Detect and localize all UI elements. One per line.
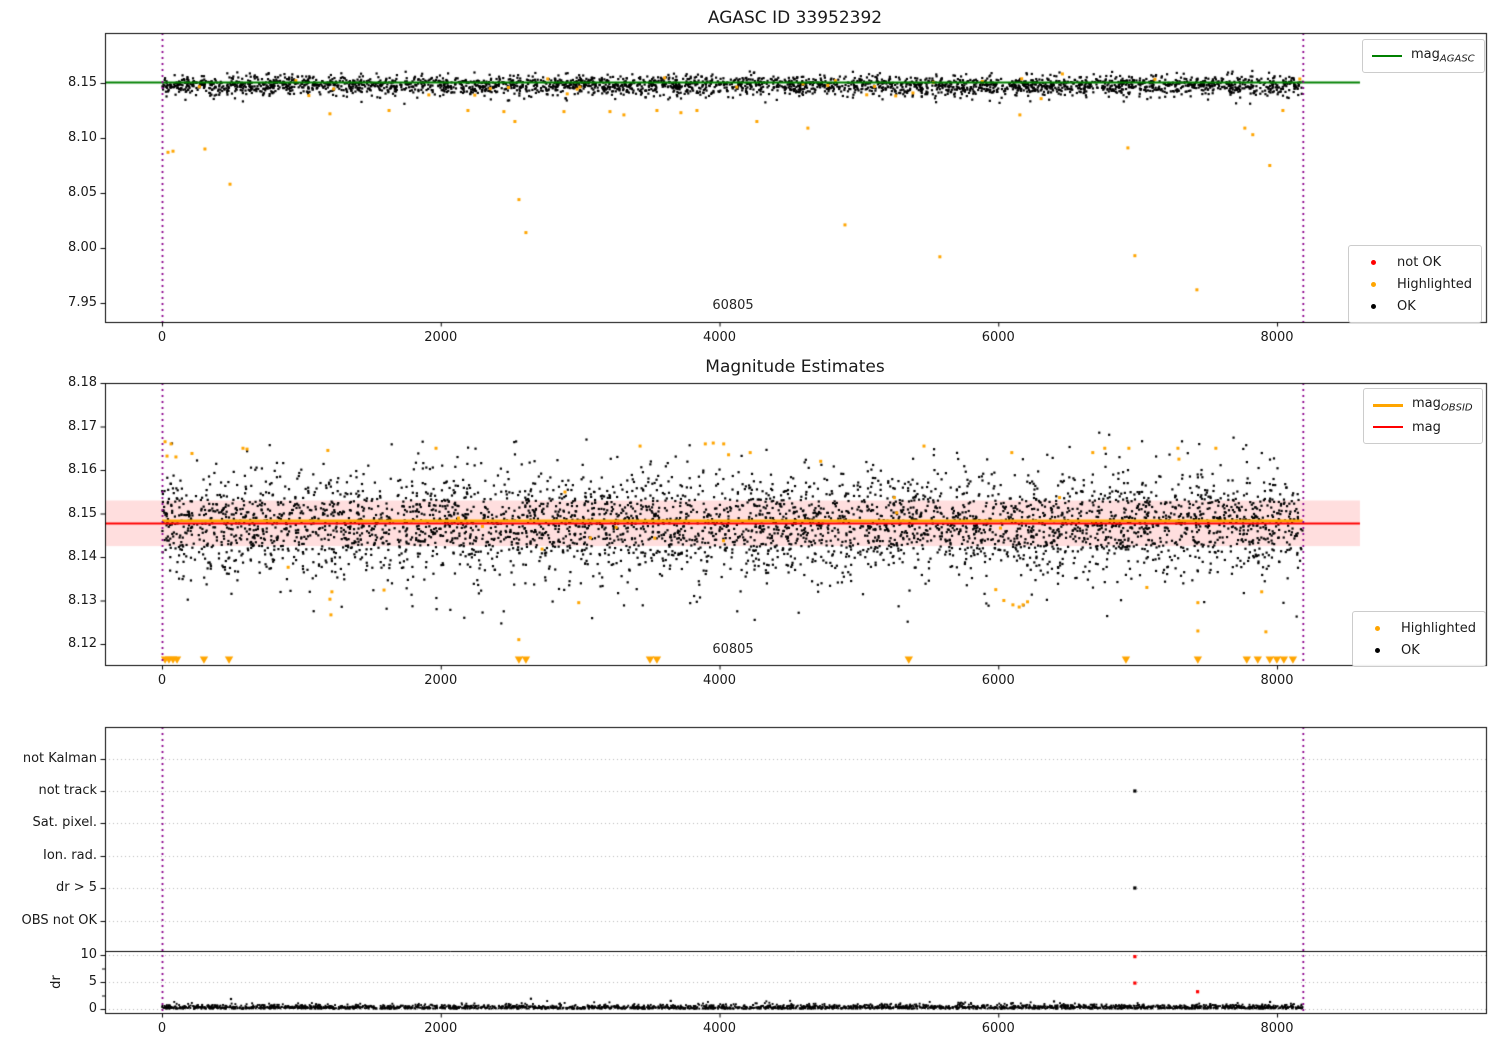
legend-line-sample xyxy=(1371,403,1405,407)
legend-label: Highlighted xyxy=(1401,620,1476,636)
legend-entry: magAGASC xyxy=(1370,45,1475,67)
legend-label: OK xyxy=(1397,298,1416,314)
y-tick-label: 8.18 xyxy=(68,375,97,390)
x-tick-label: 4000 xyxy=(702,330,737,345)
y-tick-label: 8.16 xyxy=(68,462,97,477)
flag-tick-label: not track xyxy=(38,783,97,798)
x-tick-label: 6000 xyxy=(981,330,1015,345)
y-tick-label: 8.15 xyxy=(68,75,97,90)
legend-entry: OK xyxy=(1356,295,1472,317)
obsid-annotation-top: 60805 xyxy=(712,298,754,313)
x-tick-label: 4000 xyxy=(702,1021,737,1036)
dr-tick-label: 10 xyxy=(80,947,97,962)
y-tick-label: 8.05 xyxy=(68,185,97,200)
legend-label: Highlighted xyxy=(1397,276,1472,292)
plot-title-middle: Magnitude Estimates xyxy=(705,357,885,377)
legend-label: magOBSID xyxy=(1412,396,1473,414)
flag-tick-label: Ion. rad. xyxy=(43,848,97,863)
x-tick-label: 2000 xyxy=(424,330,458,345)
legend-line-sample xyxy=(1371,426,1405,428)
legend-marker-icon xyxy=(1356,259,1390,265)
legend-marker xyxy=(1370,259,1376,265)
plot-title-top: AGASC ID 33952392 xyxy=(707,8,883,28)
flag-tick-label: Sat. pixel. xyxy=(32,815,97,830)
legend-line-sample xyxy=(1370,55,1404,57)
legend-entry: not OK xyxy=(1356,251,1472,273)
legend-top-points: not OK Highlighted OK xyxy=(1348,245,1482,323)
legend-label: mag xyxy=(1412,419,1441,435)
legend-marker-icon xyxy=(1356,303,1390,309)
x-tick-label: 4000 xyxy=(702,673,737,688)
flag-tick-label: OBS not OK xyxy=(21,913,98,928)
x-tick-label: 8000 xyxy=(1260,330,1294,345)
y-tick-label: 8.17 xyxy=(68,418,97,434)
x-tick-label: 6000 xyxy=(981,673,1015,688)
y-tick-label: 8.14 xyxy=(68,549,97,564)
obsid-annotation-middle: 60805 xyxy=(712,642,754,657)
legend-entry: magOBSID xyxy=(1371,394,1473,416)
y-tick-label: 8.13 xyxy=(68,592,97,608)
legend-marker xyxy=(1373,426,1403,428)
y-tick-label: 8.12 xyxy=(68,636,97,651)
figure: AGASC ID 33952392 Magnitude Estimates 60… xyxy=(0,0,1500,1050)
legend-label-subscript: OBSID xyxy=(1440,402,1473,414)
legend-entry: Highlighted xyxy=(1360,617,1476,639)
x-tick-label: 6000 xyxy=(981,1021,1015,1036)
x-tick-label: 2000 xyxy=(424,1021,458,1036)
y-tick-label: 8.10 xyxy=(68,130,97,145)
legend-marker-icon xyxy=(1360,625,1394,631)
legend-label-subscript: AGASC xyxy=(1439,53,1475,65)
legend-middle-points: Highlighted OK xyxy=(1352,611,1486,667)
x-tick-label: 8000 xyxy=(1260,673,1294,688)
legend-label: magAGASC xyxy=(1411,47,1475,65)
dr-tick-label: 0 xyxy=(88,1001,97,1016)
dr-axis-label: dr xyxy=(49,975,64,989)
legend-marker xyxy=(1372,55,1402,57)
y-tick-label: 7.95 xyxy=(68,295,97,310)
y-tick-label: 8.15 xyxy=(68,505,97,521)
legend-marker-icon xyxy=(1360,647,1394,653)
flag-tick-label: not Kalman xyxy=(22,751,97,766)
x-tick-label: 2000 xyxy=(424,673,458,688)
legend-marker xyxy=(1374,647,1380,653)
x-tick-label: 0 xyxy=(157,673,167,688)
legend-entry: Highlighted xyxy=(1356,273,1472,295)
legend-label: OK xyxy=(1401,642,1420,658)
legend-marker-icon xyxy=(1356,281,1390,287)
y-tick-label: 8.00 xyxy=(68,240,97,255)
legend-marker xyxy=(1374,625,1380,631)
flag-tick-label: dr > 5 xyxy=(55,880,97,895)
legend-mag-lines: magOBSID mag xyxy=(1363,388,1483,444)
legend-marker xyxy=(1373,403,1403,407)
x-tick-label: 0 xyxy=(157,1021,167,1036)
legend-entry: OK xyxy=(1360,639,1476,661)
legend-marker xyxy=(1370,281,1376,287)
legend-label: not OK xyxy=(1397,254,1442,270)
x-tick-label: 0 xyxy=(157,330,167,345)
plots-canvas xyxy=(0,0,1500,1050)
x-tick-label: 8000 xyxy=(1260,1021,1294,1036)
legend-mag-agasc: magAGASC xyxy=(1362,39,1485,73)
legend-marker xyxy=(1370,303,1376,309)
legend-entry: mag xyxy=(1371,416,1473,438)
